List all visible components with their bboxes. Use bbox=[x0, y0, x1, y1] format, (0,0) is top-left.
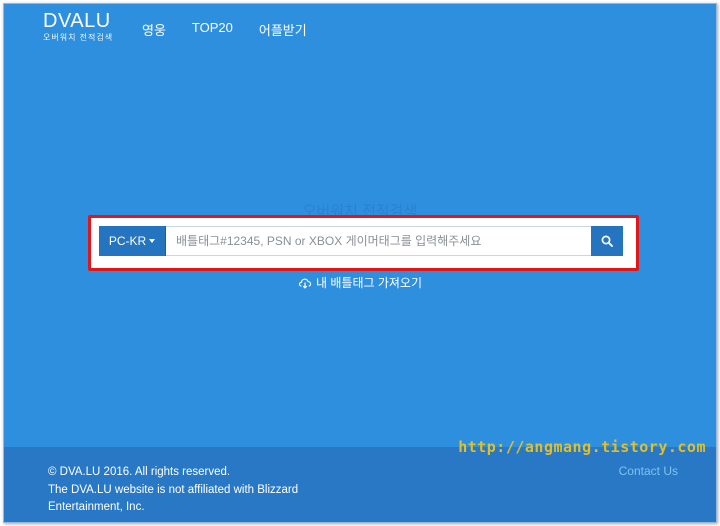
caret-down-icon bbox=[149, 239, 156, 243]
brand-name: DVALU bbox=[43, 10, 111, 32]
contact-us-link[interactable]: Contact Us bbox=[619, 464, 678, 478]
footer: © DVA.LU 2016. All rights reserved. The … bbox=[4, 447, 716, 522]
platform-dropdown[interactable]: PC-KR bbox=[99, 226, 166, 256]
footer-line: Entertainment, Inc. bbox=[48, 501, 145, 513]
footer-copyright: © DVA.LU 2016. All rights reserved. The … bbox=[48, 464, 298, 517]
search-button[interactable] bbox=[591, 226, 623, 256]
footer-line: © DVA.LU 2016. All rights reserved. bbox=[48, 466, 231, 478]
search-bar: PC-KR bbox=[99, 226, 623, 256]
brand-subtitle: 오버워치 전적검색 bbox=[43, 33, 114, 42]
watermark: http://angmang.tistory.com bbox=[458, 438, 706, 456]
import-battletag-link[interactable]: 내 배틀태그 가져오기 bbox=[298, 274, 422, 291]
import-battletag-label: 내 배틀태그 가져오기 bbox=[315, 276, 423, 290]
nav-item-top20[interactable]: TOP20 bbox=[192, 20, 233, 39]
brand-logo[interactable]: DVALU 오버워치 전적검색 bbox=[43, 10, 113, 43]
nav-item-heroes[interactable]: 영웅 bbox=[142, 20, 166, 39]
import-battletag: 내 배틀태그 가져오기 bbox=[4, 274, 716, 292]
footer-line: The DVA.LU website is not affiliated wit… bbox=[48, 483, 299, 496]
platform-label: PC-KR bbox=[108, 234, 147, 248]
main-nav: 영웅 TOP20 어플받기 bbox=[142, 20, 333, 39]
battletag-search-input[interactable] bbox=[166, 226, 591, 256]
app-window: DVALU 오버워치 전적검색 영웅 TOP20 어플받기 오버워치 전적검색 … bbox=[3, 3, 717, 523]
search-icon bbox=[601, 235, 613, 247]
cloud-download-icon bbox=[298, 278, 312, 289]
nav-item-app-download[interactable]: 어플받기 bbox=[259, 20, 307, 39]
